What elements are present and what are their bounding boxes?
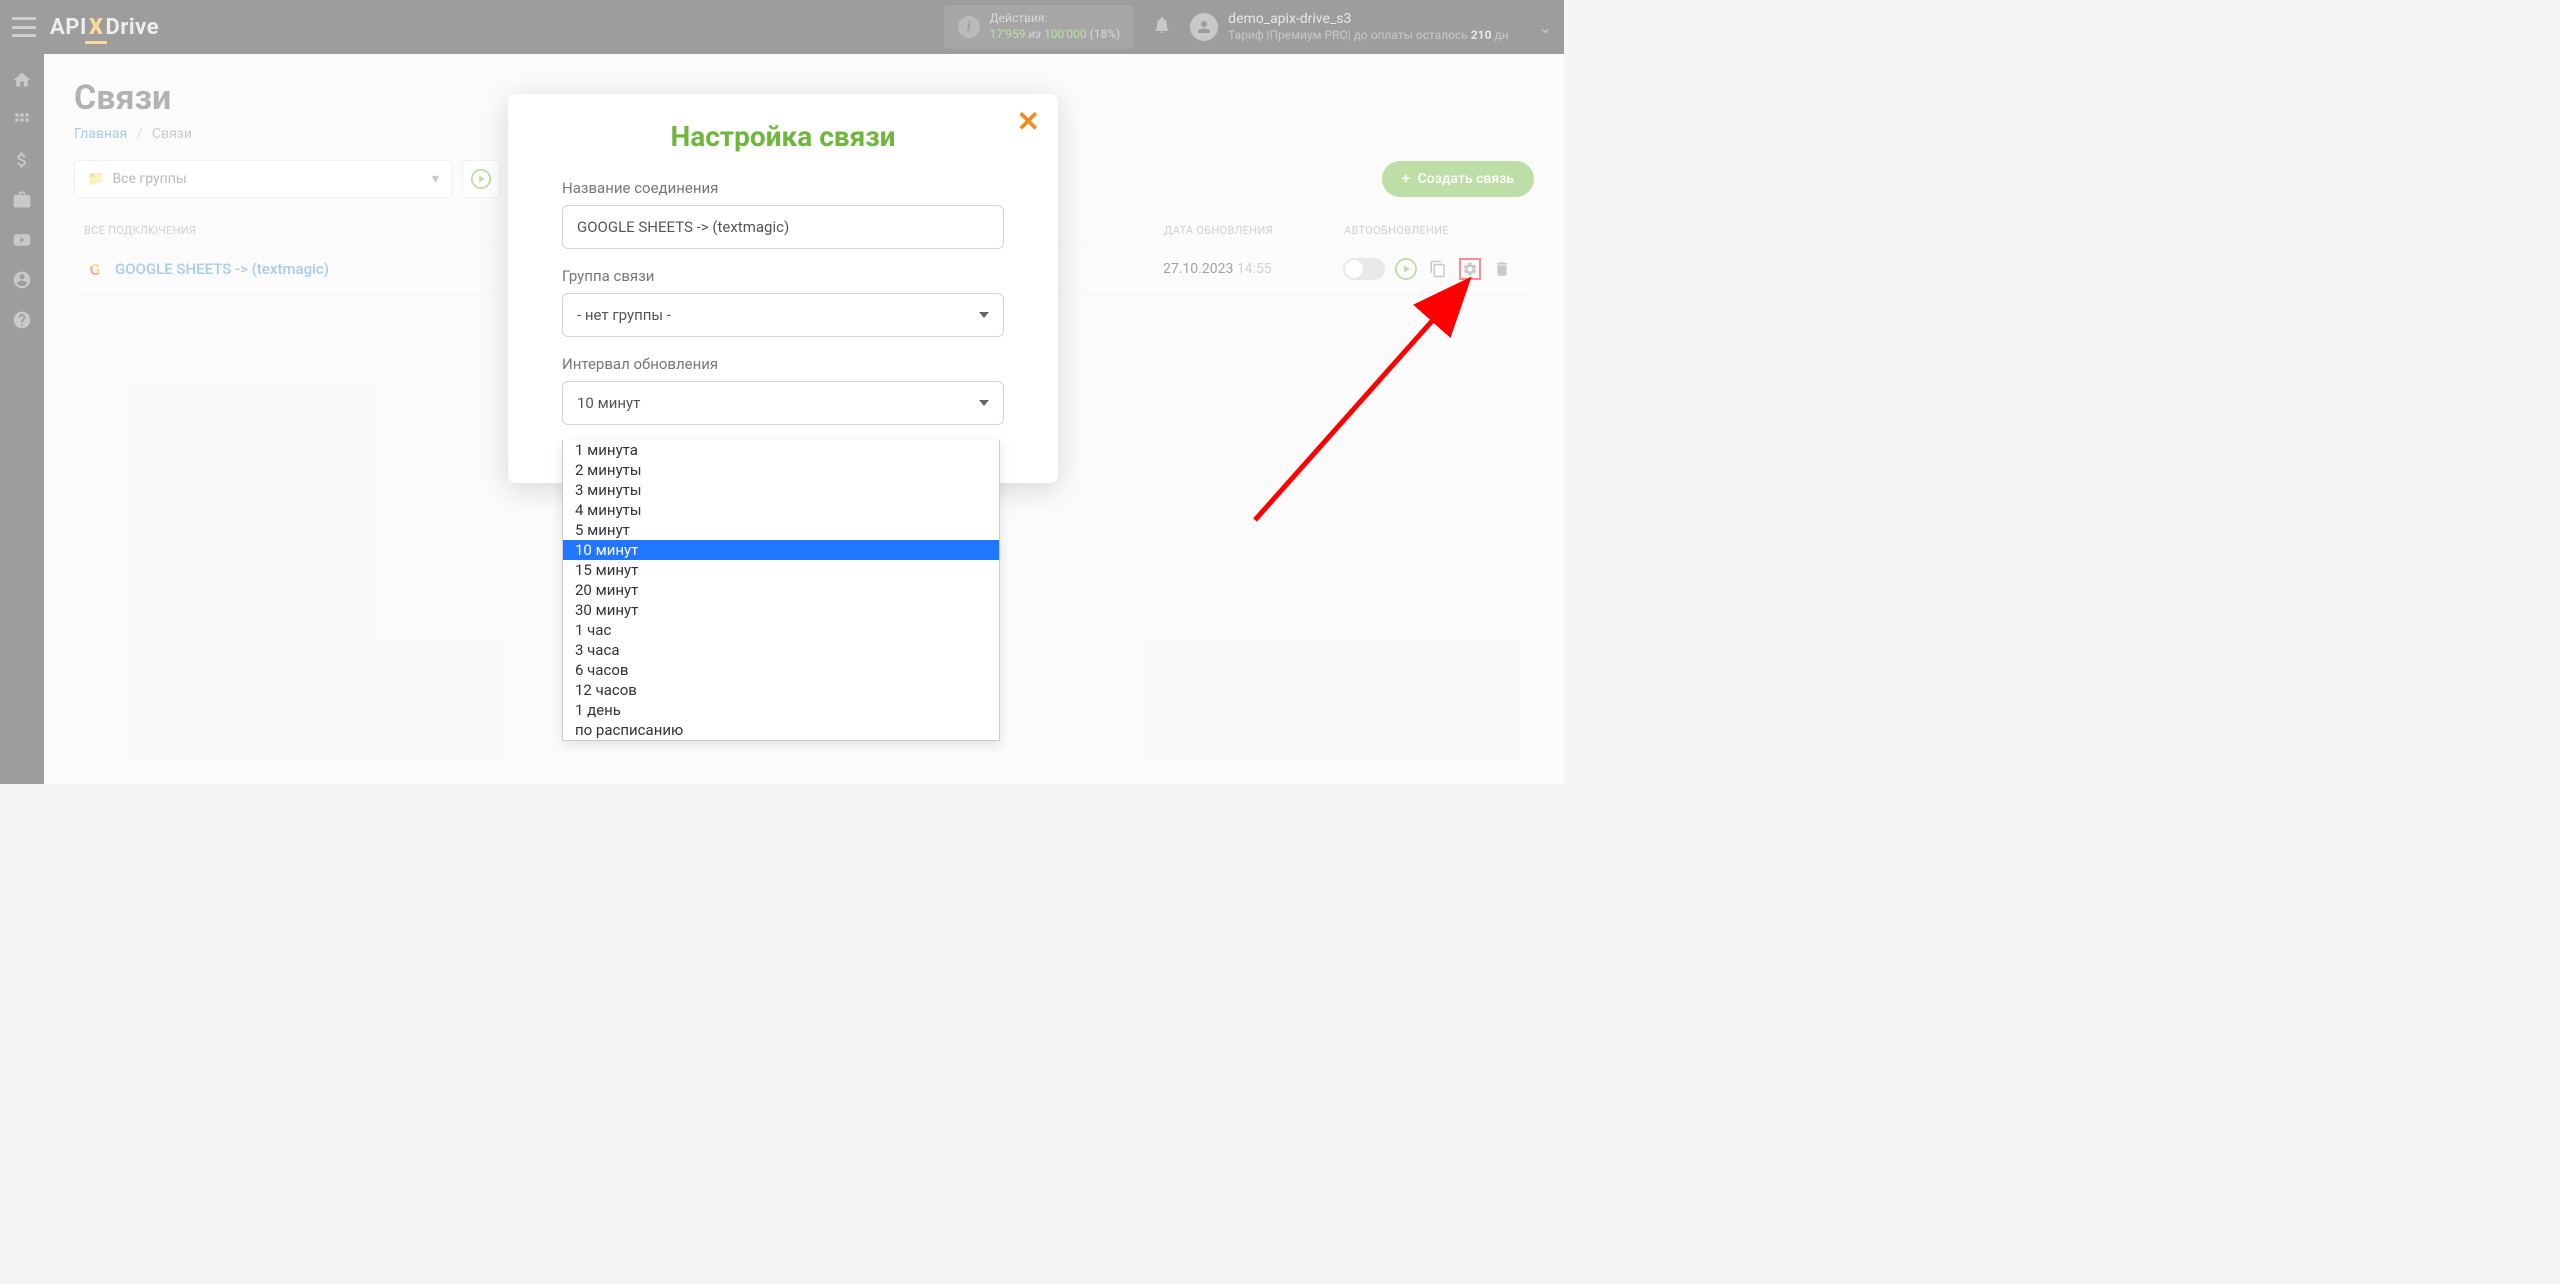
close-icon[interactable]: ✕: [1017, 108, 1040, 136]
interval-option[interactable]: 3 часа: [563, 640, 999, 660]
interval-select-field[interactable]: 10 минут: [562, 381, 1004, 425]
settings-modal: ✕ Настройка связи Название соединения Гр…: [508, 94, 1058, 483]
interval-option[interactable]: 4 минуты: [563, 500, 999, 520]
connection-name-input[interactable]: [562, 205, 1004, 249]
interval-option[interactable]: 5 минут: [563, 520, 999, 540]
interval-option[interactable]: 1 день: [563, 700, 999, 720]
group-select-field[interactable]: - нет группы -: [562, 293, 1004, 337]
interval-option[interactable]: 12 часов: [563, 680, 999, 700]
modal-title: Настройка связи: [508, 120, 1058, 153]
interval-option[interactable]: 1 час: [563, 620, 999, 640]
interval-option[interactable]: 2 минуты: [563, 460, 999, 480]
interval-option[interactable]: 10 минут: [563, 540, 999, 560]
interval-option[interactable]: 1 минута: [563, 440, 999, 460]
interval-option[interactable]: 6 часов: [563, 660, 999, 680]
interval-dropdown: 1 минута2 минуты3 минуты4 минуты5 минут1…: [562, 440, 1000, 741]
interval-option[interactable]: 30 минут: [563, 600, 999, 620]
interval-option[interactable]: 3 минуты: [563, 480, 999, 500]
interval-option[interactable]: 15 минут: [563, 560, 999, 580]
interval-option[interactable]: по расписанию: [563, 720, 999, 740]
label-group: Группа связи: [562, 267, 1004, 285]
label-connection-name: Название соединения: [562, 179, 1004, 197]
label-interval: Интервал обновления: [562, 355, 1004, 373]
interval-option[interactable]: 20 минут: [563, 580, 999, 600]
